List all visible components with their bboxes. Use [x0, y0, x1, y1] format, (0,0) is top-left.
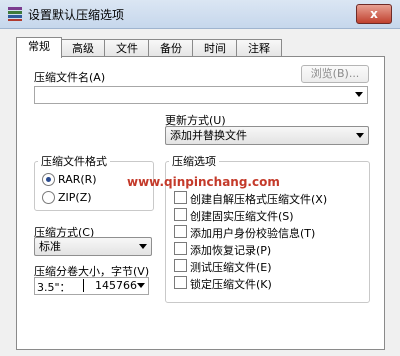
- lock-archive-checkbox[interactable]: [174, 276, 187, 289]
- title-bar: 设置默认压缩选项 x: [0, 0, 400, 29]
- winrar-app-icon: [8, 7, 22, 21]
- archive-name-input[interactable]: [34, 86, 368, 104]
- text-cursor-icon: [83, 279, 84, 292]
- sfx-checkbox[interactable]: [174, 191, 187, 204]
- zip-label: ZIP(Z): [58, 191, 92, 204]
- lock-archive-label: 锁定压缩文件(K): [190, 278, 272, 291]
- tab-time[interactable]: 时间: [192, 39, 238, 57]
- rar-label: RAR(R): [58, 173, 97, 186]
- solid-checkbox[interactable]: [174, 208, 187, 221]
- tab-backup[interactable]: 备份: [148, 39, 194, 57]
- authenticity-label: 添加用户身份校验信息(T): [190, 227, 316, 240]
- recovery-record-checkbox[interactable]: [174, 242, 187, 255]
- test-archive-label: 测试压缩文件(E): [190, 261, 272, 274]
- close-button[interactable]: x: [356, 4, 392, 24]
- test-archive-checkbox[interactable]: [174, 259, 187, 272]
- window-title: 设置默认压缩选项: [28, 8, 125, 22]
- rar-radio[interactable]: [42, 173, 55, 186]
- tab-comment[interactable]: 注释: [236, 39, 282, 57]
- update-mode-select[interactable]: 添加并替换文件: [165, 126, 369, 145]
- sfx-label: 创建自解压格式压缩文件(X): [190, 193, 328, 206]
- solid-label: 创建固实压缩文件(S): [190, 210, 294, 223]
- chevron-down-icon[interactable]: [355, 92, 363, 97]
- tab-advanced[interactable]: 高级: [60, 39, 106, 57]
- zip-radio[interactable]: [42, 191, 55, 204]
- archive-format-label: 压缩文件格式: [38, 153, 110, 169]
- authenticity-checkbox[interactable]: [174, 225, 187, 238]
- recovery-record-label: 添加恢复记录(P): [190, 244, 272, 257]
- compression-options-label: 压缩选项: [169, 153, 219, 169]
- close-icon: x: [370, 7, 378, 21]
- compression-method-select[interactable]: 标准: [34, 237, 152, 256]
- tab-general[interactable]: 常规: [16, 37, 62, 58]
- general-panel: 压缩文件名(A) 浏览(B)... 更新方式(U) 添加并替换文件 压缩文件格式…: [16, 56, 385, 350]
- archive-name-label: 压缩文件名(A): [34, 71, 106, 84]
- tab-files[interactable]: 文件: [104, 39, 150, 57]
- watermark-text: www.qinpinchang.com: [127, 175, 280, 189]
- split-volume-input[interactable]: 3.5"： 145766: [34, 277, 149, 295]
- chevron-down-icon[interactable]: [137, 283, 145, 288]
- chevron-down-icon: [139, 244, 147, 249]
- chevron-down-icon: [356, 133, 364, 138]
- browse-button[interactable]: 浏览(B)...: [301, 65, 369, 83]
